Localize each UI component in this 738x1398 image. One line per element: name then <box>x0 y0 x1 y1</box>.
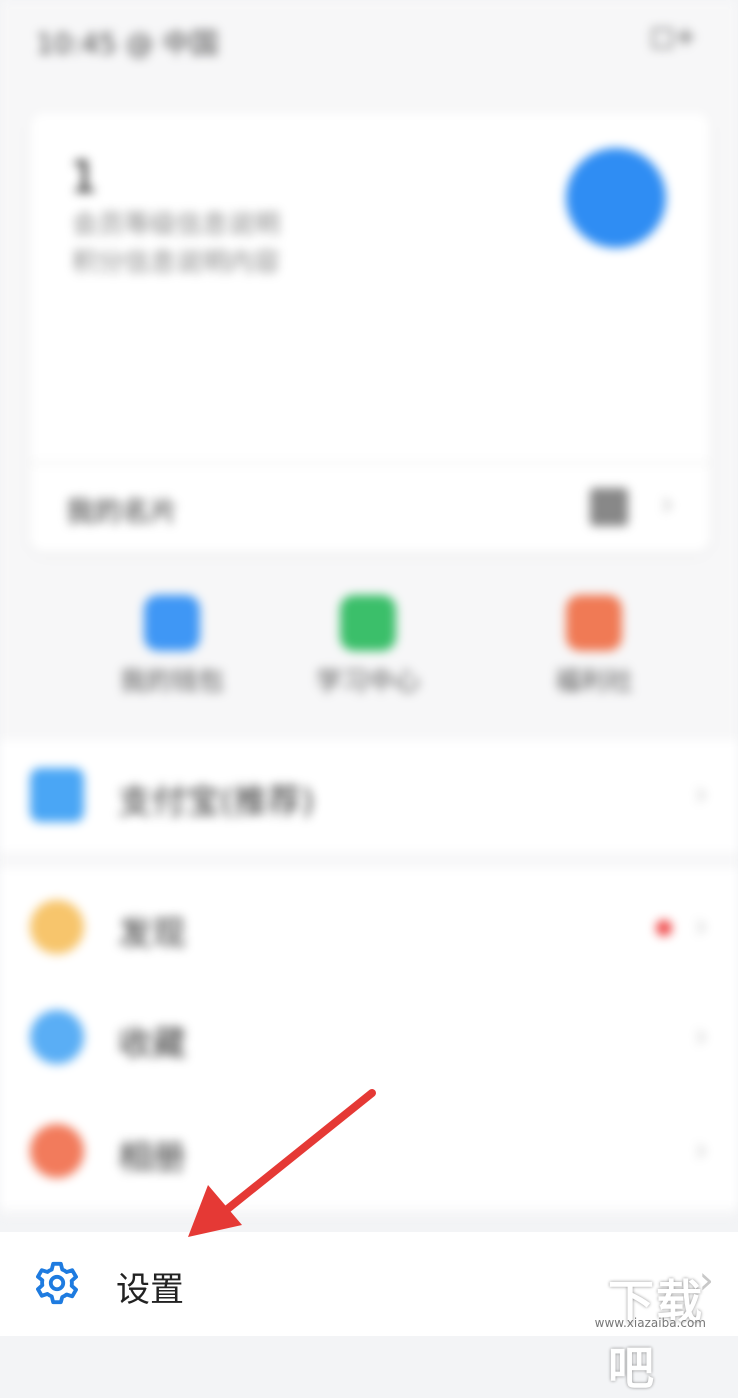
profile-name: 1 <box>70 152 98 203</box>
quick-action-wallet[interactable]: 我的钱包 <box>72 585 272 705</box>
qr-code-icon[interactable] <box>590 488 628 526</box>
list-item-favorites[interactable]: 收藏 › <box>0 980 738 1090</box>
list-item-discover[interactable]: 发现 › <box>0 868 738 978</box>
list-item-label: 发现 <box>118 914 186 954</box>
card-link-label[interactable]: 我的名片 <box>66 490 178 530</box>
quick-actions: 我的钱包 学习中心 福利社 <box>0 585 738 705</box>
chevron-right-icon: › <box>694 774 708 814</box>
wallet-icon <box>144 595 200 651</box>
wallet-icon <box>30 768 84 822</box>
card-divider <box>30 462 710 464</box>
list-item-label: 支付宝(推荐) <box>118 782 315 822</box>
avatar[interactable] <box>566 148 666 248</box>
chevron-right-icon: › <box>694 1016 708 1056</box>
list-item-label: 收藏 <box>118 1024 186 1064</box>
chevron-right-icon: › <box>694 1130 708 1170</box>
list-item-label: 相册 <box>118 1138 186 1178</box>
profile-info-line: 积分信息说明内容 <box>72 248 281 278</box>
status-bar: 10:45 @ 中国 □+ <box>0 0 738 80</box>
blurred-background: 10:45 @ 中国 □+ 1 会员等级信息说明 积分信息说明内容 我的名片 ›… <box>0 0 738 1216</box>
notification-dot <box>656 920 672 936</box>
status-time: 10:45 @ 中国 <box>36 27 219 60</box>
chevron-right-icon: › <box>694 906 708 946</box>
quick-action-learning[interactable]: 学习中心 <box>268 585 468 705</box>
watermark-text: 下载吧 <box>608 1275 704 1395</box>
settings-label: 设置 <box>116 1270 184 1310</box>
list-section-1: 支付宝(推荐) › <box>0 740 738 852</box>
star-icon <box>30 900 84 954</box>
chevron-right-icon: › <box>660 484 674 524</box>
quick-action-label: 我的钱包 <box>119 667 224 697</box>
profile-info-line: 会员等级信息说明 <box>72 210 281 240</box>
profile-card[interactable]: 1 会员等级信息说明 积分信息说明内容 我的名片 › <box>30 112 710 552</box>
gear-icon <box>36 1261 78 1305</box>
folder-icon <box>30 1010 84 1064</box>
quick-action-label: 福利社 <box>554 667 633 697</box>
photo-icon <box>30 1124 84 1178</box>
gift-icon <box>566 595 622 651</box>
book-icon <box>340 595 396 651</box>
watermark-logo: 下载吧 www.xiazaiba.com <box>595 1266 718 1395</box>
quick-action-welfare[interactable]: 福利社 <box>494 585 694 705</box>
list-item-wallet[interactable]: 支付宝(推荐) › <box>0 740 738 850</box>
quick-action-label: 学习中心 <box>315 667 420 697</box>
watermark-url: www.xiazaiba.com <box>594 1316 706 1330</box>
battery-icon: □+ <box>650 22 697 52</box>
annotation-arrow <box>188 1089 376 1237</box>
